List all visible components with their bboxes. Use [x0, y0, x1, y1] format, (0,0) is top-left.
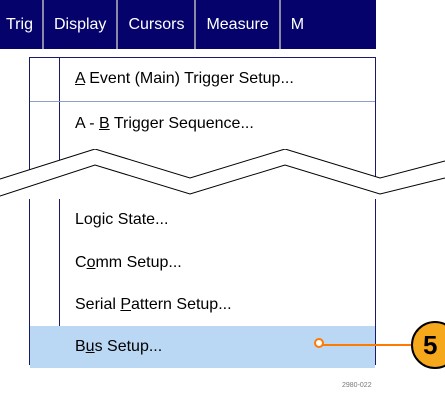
menu-item-a-event-trigger-setup[interactable]: A Event (Main) Trigger Setup... [30, 58, 375, 100]
menu-cursors[interactable]: Cursors [118, 0, 197, 49]
menu-measure[interactable]: Measure [196, 0, 281, 49]
menu-break-indicator [0, 149, 445, 199]
menu-trig[interactable]: Trig [0, 0, 44, 49]
menu-item-label: A Event (Main) Trigger Setup... [75, 70, 294, 87]
step-callout-badge: 5 [411, 321, 445, 369]
menu-divider [30, 101, 375, 102]
menu-item-label: Bus Setup... [75, 338, 163, 355]
menu-item-label: Comm Setup... [75, 254, 182, 271]
menu-item-label: Serial Pattern Setup... [75, 296, 232, 313]
menu-bar: Trig Display Cursors Measure M [0, 0, 376, 49]
menu-item-bus-setup[interactable]: Bus Setup... [30, 326, 375, 368]
figure-code: 2980-022 [342, 382, 372, 389]
callout-pointer-dot [314, 338, 324, 348]
menu-item-comm-setup[interactable]: Comm Setup... [30, 242, 375, 284]
menu-item-label: A - B Trigger Sequence... [75, 115, 254, 132]
menu-item-label: Logic State... [75, 211, 169, 228]
menu-item-logic-state[interactable]: Logic State... [30, 199, 375, 241]
step-number: 5 [423, 329, 438, 360]
menu-display[interactable]: Display [44, 0, 119, 49]
menu-item-serial-pattern-setup[interactable]: Serial Pattern Setup... [30, 284, 375, 326]
menu-next-truncated[interactable]: M [281, 0, 304, 49]
menu-item-ab-trigger-sequence[interactable]: A - B Trigger Sequence... [30, 103, 375, 145]
